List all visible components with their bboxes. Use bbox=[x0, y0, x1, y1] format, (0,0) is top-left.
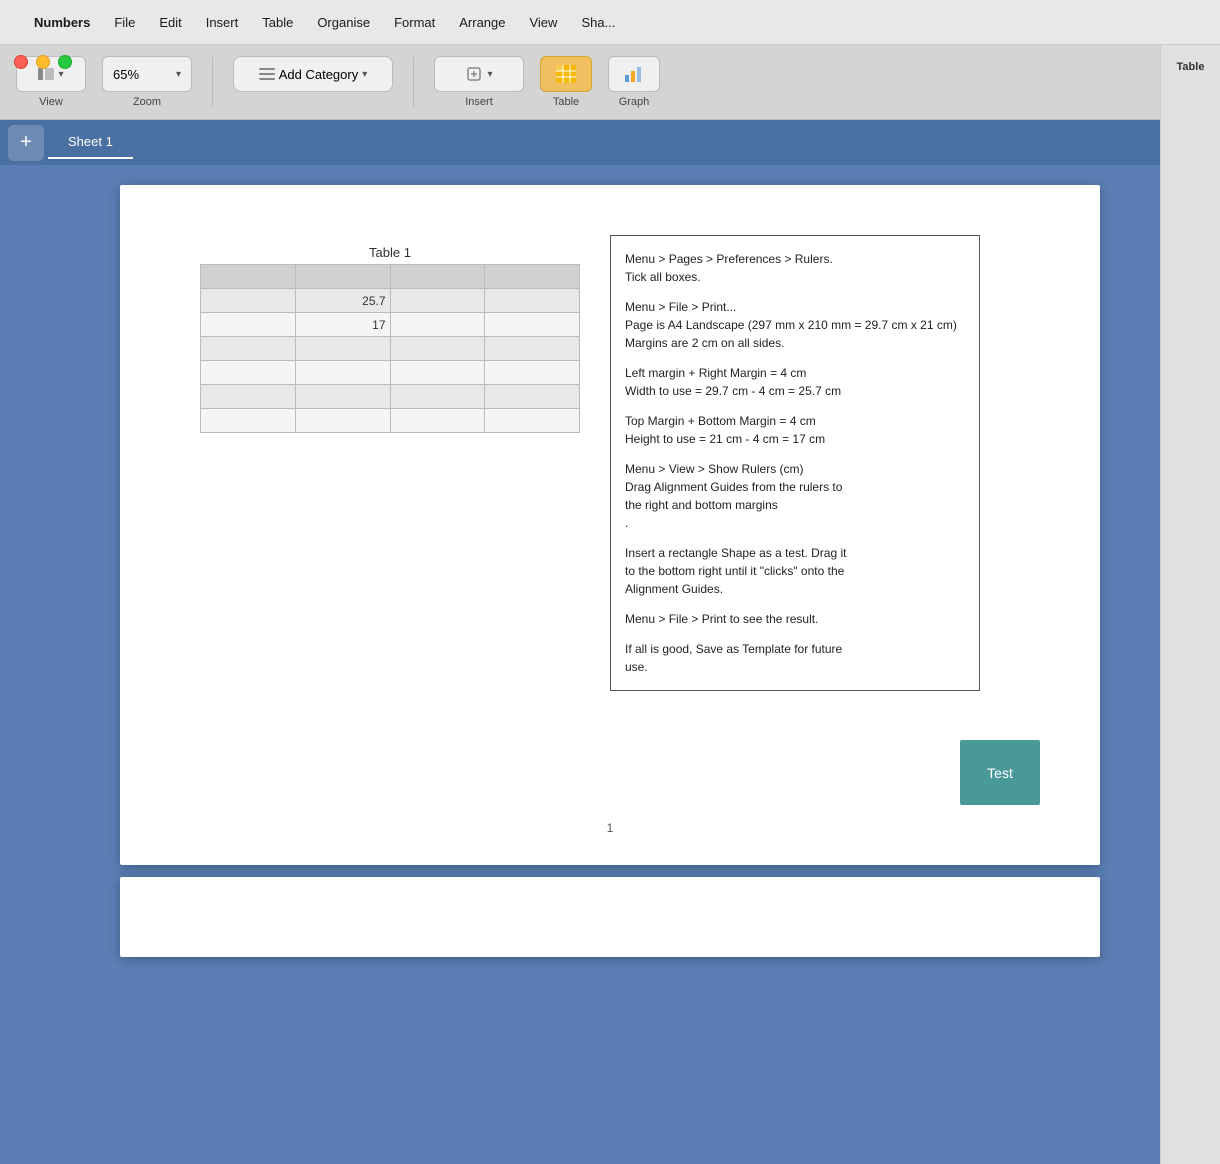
add-category-button[interactable]: Add Category ▾ bbox=[233, 56, 393, 92]
main-content: Table 1 25.717 Menu > Pages > Preference… bbox=[0, 165, 1220, 1164]
text-box-paragraph: Menu > File > Print... Page is A4 Landsc… bbox=[625, 298, 965, 352]
text-box-paragraph: Top Margin + Bottom Margin = 4 cm Height… bbox=[625, 412, 965, 448]
table-cell[interactable]: 25.7 bbox=[295, 289, 390, 313]
toolbar-insert-group: ▾ Insert bbox=[434, 56, 524, 108]
toolbar-zoom-group: 65% ▾ Zoom bbox=[102, 56, 192, 108]
table-cell[interactable] bbox=[201, 265, 296, 289]
table-cell[interactable] bbox=[390, 409, 485, 433]
table-cell[interactable] bbox=[485, 409, 580, 433]
text-box[interactable]: Menu > Pages > Preferences > Rulers. Tic… bbox=[610, 235, 980, 691]
add-sheet-button[interactable]: + bbox=[8, 125, 44, 161]
page-2-stub bbox=[120, 877, 1100, 957]
toolbar: ▾ View 65% ▾ Zoom Add Category ▾ bbox=[0, 45, 1220, 120]
test-shape[interactable]: Test bbox=[960, 740, 1040, 805]
table-cell[interactable] bbox=[485, 385, 580, 409]
text-box-paragraph: Insert a rectangle Shape as a test. Drag… bbox=[625, 544, 965, 598]
spreadsheet-table[interactable]: Table 1 25.717 bbox=[200, 245, 580, 433]
menubar-file[interactable]: File bbox=[104, 11, 145, 34]
page-number: 1 bbox=[607, 821, 614, 835]
text-box-paragraph: Menu > Pages > Preferences > Rulers. Tic… bbox=[625, 250, 965, 286]
menubar-edit[interactable]: Edit bbox=[149, 11, 191, 34]
menubar-share[interactable]: Sha... bbox=[571, 11, 625, 34]
menubar-format[interactable]: Format bbox=[384, 11, 445, 34]
table-cell[interactable] bbox=[390, 385, 485, 409]
zoom-label: Zoom bbox=[133, 96, 161, 108]
table-cell[interactable] bbox=[485, 361, 580, 385]
text-box-paragraph: If all is good, Save as Template for fut… bbox=[625, 640, 965, 676]
insert-button[interactable]: ▾ bbox=[434, 56, 524, 92]
table-cell[interactable] bbox=[390, 289, 485, 313]
menubar-organise[interactable]: Organise bbox=[307, 11, 380, 34]
table-cell[interactable] bbox=[390, 313, 485, 337]
menubar-arrange[interactable]: Arrange bbox=[449, 11, 515, 34]
page-1: Table 1 25.717 Menu > Pages > Preference… bbox=[120, 185, 1100, 865]
table-cell[interactable] bbox=[390, 361, 485, 385]
table-cell[interactable] bbox=[295, 361, 390, 385]
view-icon bbox=[38, 68, 54, 80]
table-cell[interactable] bbox=[201, 337, 296, 361]
table-cell[interactable]: 17 bbox=[295, 313, 390, 337]
data-table[interactable]: 25.717 bbox=[200, 264, 580, 433]
zoom-value: 65% bbox=[113, 67, 139, 82]
table-cell[interactable] bbox=[390, 265, 485, 289]
table-cell[interactable] bbox=[295, 409, 390, 433]
graph-icon bbox=[624, 65, 644, 83]
sheet-tabs: + Sheet 1 bbox=[0, 120, 1220, 165]
table-cell[interactable] bbox=[201, 385, 296, 409]
menubar-table[interactable]: Table bbox=[252, 11, 303, 34]
menubar-insert[interactable]: Insert bbox=[196, 11, 249, 34]
table-cell[interactable] bbox=[201, 313, 296, 337]
table-cell[interactable] bbox=[295, 337, 390, 361]
sheet-1-tab[interactable]: Sheet 1 bbox=[48, 126, 133, 159]
graph-button[interactable] bbox=[608, 56, 660, 92]
maximize-button[interactable] bbox=[58, 55, 72, 69]
zoom-button[interactable]: 65% ▾ bbox=[102, 56, 192, 92]
insert-label: Insert bbox=[465, 96, 493, 108]
view-label: View bbox=[39, 96, 63, 108]
table-cell[interactable] bbox=[201, 361, 296, 385]
text-box-paragraph: Menu > View > Show Rulers (cm) Drag Alig… bbox=[625, 460, 965, 532]
graph-label: Graph bbox=[619, 96, 650, 108]
toolbar-graph-group: Graph bbox=[608, 56, 660, 108]
toolbar-divider-1 bbox=[212, 57, 213, 107]
text-box-paragraph: Menu > File > Print to see the result. bbox=[625, 610, 965, 628]
table-label: Table bbox=[553, 96, 579, 108]
table-title: Table 1 bbox=[200, 245, 580, 260]
menubar-numbers[interactable]: Numbers bbox=[24, 11, 100, 34]
add-category-label: Add Category bbox=[279, 67, 359, 82]
list-icon bbox=[259, 66, 275, 82]
right-panel: Table bbox=[1160, 45, 1220, 1164]
toolbar-table-group: Table bbox=[540, 56, 592, 108]
table-cell[interactable] bbox=[485, 289, 580, 313]
menubar-view[interactable]: View bbox=[519, 11, 567, 34]
text-box-paragraph: Left margin + Right Margin = 4 cm Width … bbox=[625, 364, 965, 400]
menubar: Numbers File Edit Insert Table Organise … bbox=[0, 0, 1220, 45]
table-cell[interactable] bbox=[485, 265, 580, 289]
table-cell[interactable] bbox=[201, 409, 296, 433]
close-button[interactable] bbox=[14, 55, 28, 69]
window-controls bbox=[14, 55, 72, 69]
table-cell[interactable] bbox=[295, 385, 390, 409]
table-button[interactable] bbox=[540, 56, 592, 92]
table-cell[interactable] bbox=[201, 289, 296, 313]
right-panel-tab-label[interactable]: Table bbox=[1173, 53, 1209, 81]
table-icon bbox=[556, 65, 576, 83]
toolbar-divider-2 bbox=[413, 57, 414, 107]
table-cell[interactable] bbox=[485, 337, 580, 361]
table-cell[interactable] bbox=[390, 337, 485, 361]
table-cell[interactable] bbox=[295, 265, 390, 289]
insert-icon bbox=[465, 65, 483, 83]
table-cell[interactable] bbox=[485, 313, 580, 337]
test-shape-label: Test bbox=[987, 765, 1013, 781]
toolbar-add-category-group: Add Category ▾ - bbox=[233, 56, 393, 108]
minimize-button[interactable] bbox=[36, 55, 50, 69]
